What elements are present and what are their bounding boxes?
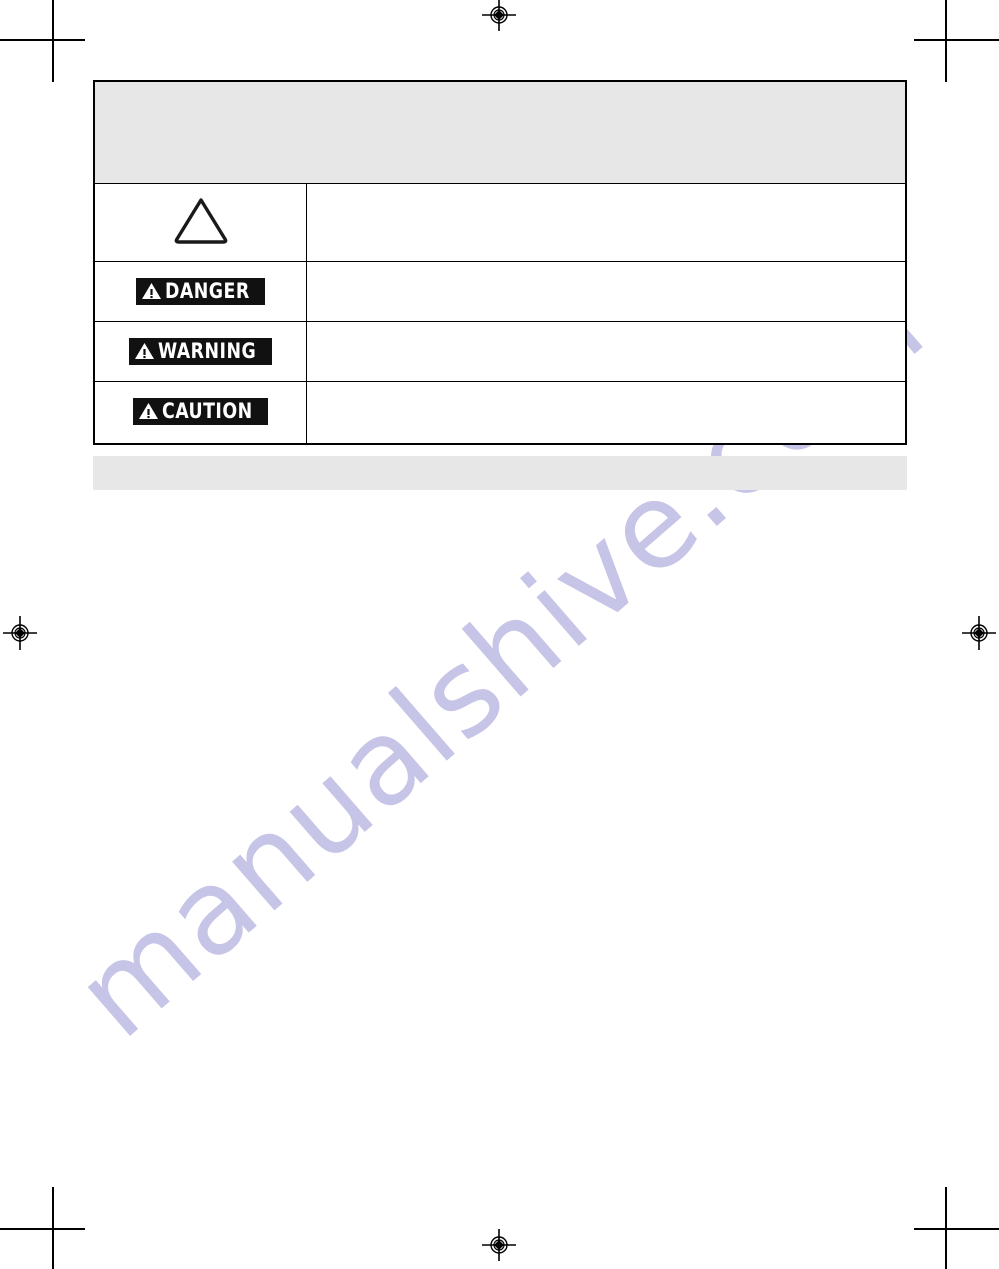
danger-badge: DANGER — [136, 277, 265, 305]
symbol-cell-danger: DANGER — [93, 261, 307, 322]
description-cell-caution — [306, 381, 907, 444]
safety-alert-triangle-icon — [172, 195, 230, 245]
registration-target-right — [962, 610, 996, 656]
document-page: manualshive.com DANGER WARNING CAUTION — [0, 0, 999, 1269]
table-row: DANGER — [93, 261, 907, 322]
crop-mark-bottom-right-horizontal — [914, 1228, 999, 1230]
danger-badge-label: DANGER — [165, 278, 251, 303]
crop-mark-top-left-vertical — [52, 0, 54, 82]
description-cell-safety-alert — [306, 183, 907, 262]
caution-badge: CAUTION — [133, 398, 268, 426]
description-cell-warning — [306, 321, 907, 382]
crop-mark-bottom-left-horizontal — [0, 1228, 85, 1230]
crop-mark-top-left-horizontal — [0, 39, 85, 41]
symbol-cell-safety-alert — [93, 183, 307, 262]
warning-badge-label: WARNING — [158, 338, 257, 363]
warning-triangle-icon — [141, 282, 162, 301]
crop-mark-top-right-horizontal — [914, 39, 999, 41]
registration-target-left — [3, 610, 37, 656]
caution-badge-label: CAUTION — [162, 399, 253, 424]
crop-mark-top-right-vertical — [945, 0, 947, 82]
registration-target-bottom — [482, 1228, 516, 1262]
warning-triangle-icon — [134, 342, 155, 361]
symbol-cell-caution: CAUTION — [93, 381, 307, 444]
warning-badge: WARNING — [129, 337, 272, 365]
table-row: CAUTION — [93, 381, 907, 444]
table-header-row — [93, 80, 907, 184]
registration-target-top — [482, 0, 516, 32]
safety-symbols-table: DANGER WARNING CAUTION — [93, 80, 907, 445]
symbol-cell-warning: WARNING — [93, 321, 307, 382]
table-row — [93, 183, 907, 262]
table-row: WARNING — [93, 321, 907, 382]
section-heading-band — [93, 456, 907, 490]
safety-symbols-intro — [93, 80, 907, 184]
description-cell-danger — [306, 261, 907, 322]
warning-triangle-icon — [138, 402, 159, 421]
